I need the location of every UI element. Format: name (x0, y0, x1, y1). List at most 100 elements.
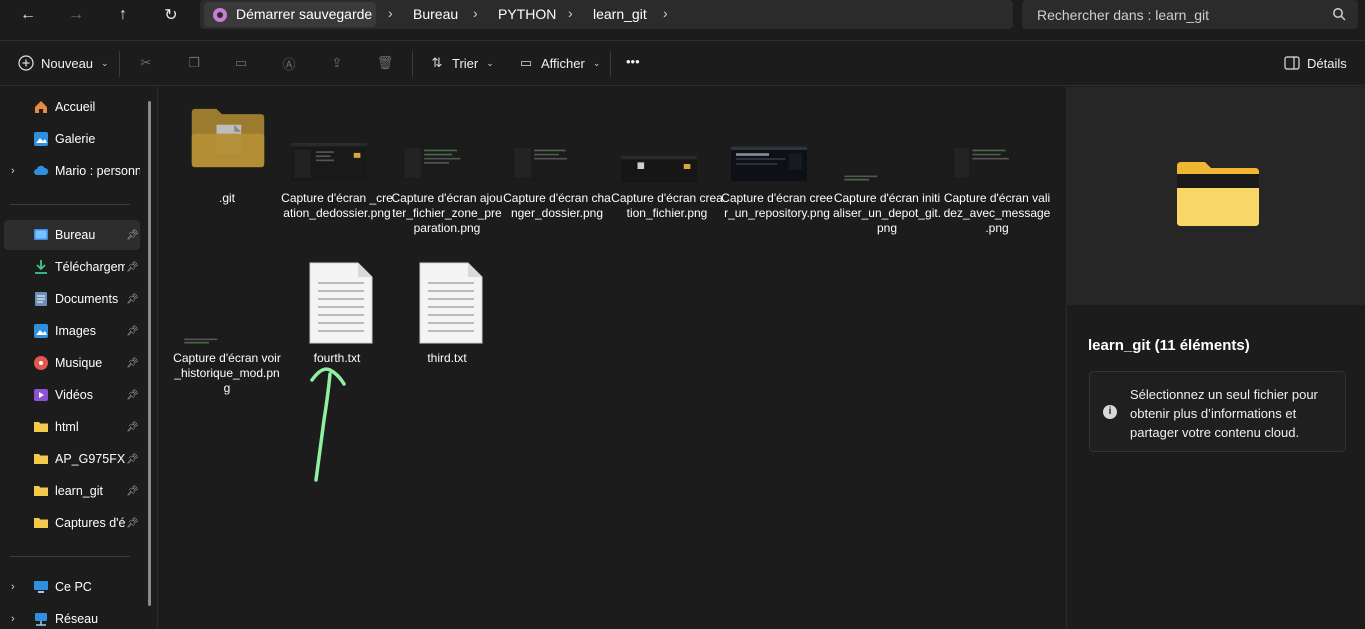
pin-icon[interactable]: 📌︎ (126, 454, 139, 465)
sidebar-item-galerie[interactable]: Galerie (4, 124, 140, 154)
videos-icon (34, 389, 48, 401)
view-button[interactable]: ▭ Afficher ⌄ (517, 54, 601, 72)
screenshot-thumbnail (951, 143, 1027, 181)
chevron-down-icon: ⌄ (592, 57, 601, 68)
rename-button[interactable]: Ⓐ (280, 54, 298, 72)
file-item-image[interactable]: Capture d'écran changer_dossier.png (501, 99, 613, 249)
up-button[interactable]: ↑ (107, 4, 139, 26)
paste-button[interactable]: ▭ (232, 54, 250, 72)
folder-icon (191, 108, 265, 168)
sidebar-item-onedrive[interactable]: › Mario : personn (4, 156, 140, 186)
folder-icon (1177, 162, 1259, 226)
file-item-image[interactable]: Capture d'écran voir_historique_mod.png (171, 259, 283, 409)
chevron-down-icon: ⌄ (486, 57, 494, 68)
file-item-image[interactable]: Capture d'écran validez_avec_message .pn… (941, 99, 1053, 249)
sidebar-item-label: learn_git (55, 484, 103, 498)
file-name: third.txt (427, 351, 467, 365)
sidebar-item-bureau[interactable]: Bureau 📌︎ (4, 220, 140, 250)
chevron-right-icon[interactable]: › (663, 5, 668, 21)
sidebar-item-label: Bureau (55, 228, 96, 242)
sidebar-item-telechargements[interactable]: Téléchargem 📌︎ (4, 252, 140, 282)
sidebar-item-videos[interactable]: Vidéos 📌︎ (4, 380, 140, 410)
forward-button[interactable]: → (60, 4, 92, 26)
breadcrumb-item[interactable]: PYTHON (498, 6, 556, 22)
pin-icon[interactable]: 📌︎ (126, 358, 139, 369)
sidebar-item-learn-git[interactable]: learn_git 📌︎ (4, 476, 140, 506)
screenshot-thumbnail (291, 143, 367, 181)
sidebar-item-label: AP_G975FXXS (55, 452, 125, 466)
copy-icon: ❐ (188, 55, 200, 70)
sidebar-item-html[interactable]: html 📌︎ (4, 412, 140, 442)
divider (119, 51, 120, 77)
sort-icon: ⇅ (431, 55, 443, 70)
sidebar-item-reseau[interactable]: › Réseau (4, 604, 140, 629)
chevron-right-icon[interactable]: › (568, 5, 573, 21)
search-input[interactable]: Rechercher dans : learn_git (1022, 0, 1358, 29)
sidebar-item-ce-pc[interactable]: › Ce PC (4, 572, 140, 602)
sidebar-item-musique[interactable]: Musique 📌︎ (4, 348, 140, 378)
details-pane: learn_git (11 éléments) i Sélectionnez u… (1066, 87, 1365, 629)
pin-icon[interactable]: 📌︎ (126, 326, 139, 337)
sidebar-item-label: html (55, 420, 79, 434)
sidebar-item-documents[interactable]: Documents 📌︎ (4, 284, 140, 314)
chevron-right-icon[interactable]: › (11, 581, 15, 593)
search-icon[interactable] (1332, 7, 1346, 21)
desktop-icon (34, 229, 48, 240)
pin-icon[interactable]: 📌︎ (126, 422, 139, 433)
sidebar-item-label: Téléchargem (55, 260, 125, 274)
delete-button[interactable]: 🗑︎ (376, 54, 394, 72)
pin-icon[interactable]: 📌︎ (126, 262, 139, 273)
sidebar-item-images[interactable]: Images 📌︎ (4, 316, 140, 346)
chevron-right-icon[interactable]: › (388, 5, 393, 21)
file-item-image[interactable]: Capture d'écran creer_un_repository.png (721, 99, 833, 249)
file-item-image[interactable]: Capture d'écran initialiser_un_depot_git… (831, 99, 943, 249)
screenshot-thumbnail (841, 172, 917, 184)
sidebar-item-accueil[interactable]: Accueil (4, 92, 140, 122)
file-item-git-folder[interactable]: .git (171, 99, 283, 249)
file-name: Capture d'écran _creation_dedossier.png (281, 191, 393, 220)
view-icon: ▭ (519, 55, 533, 70)
new-button[interactable]: Nouveau ⌄ (17, 54, 109, 72)
images-icon (34, 324, 48, 338)
sidebar-item-captures[interactable]: Captures d'é 📌︎ (4, 508, 140, 538)
chevron-right-icon[interactable]: › (11, 165, 15, 177)
pin-icon[interactable]: 📌︎ (126, 294, 139, 305)
pin-icon[interactable]: 📌︎ (126, 518, 139, 529)
sidebar-item-label: Captures d'é (55, 516, 125, 530)
sidebar-scrollbar[interactable] (148, 101, 151, 606)
back-button[interactable]: ← (12, 4, 44, 26)
file-item-text[interactable]: third.txt (391, 259, 503, 409)
pin-icon[interactable]: 📌︎ (126, 390, 139, 401)
breadcrumb-item[interactable]: Bureau (413, 6, 458, 22)
share-button[interactable]: ⇪ (328, 54, 346, 72)
pin-icon[interactable]: 📌︎ (126, 486, 139, 497)
up-arrow-icon: ↑ (119, 6, 127, 23)
chevron-right-icon[interactable]: › (473, 5, 478, 21)
address-bar[interactable]: Démarrer sauvegarde › Bureau › PYTHON › … (200, 0, 1013, 29)
file-list-view: .git Capture d'écran _creation_dedossier… (159, 87, 1065, 629)
new-button-label: Nouveau (41, 55, 94, 71)
sidebar-item-ap-folder[interactable]: AP_G975FXXS 📌︎ (4, 444, 140, 474)
file-name: Capture d'écran changer_dossier.png (503, 191, 611, 220)
breadcrumb-item[interactable]: learn_git (593, 6, 647, 22)
details-button-label: Détails (1307, 55, 1347, 71)
file-name: Capture d'écran initialiser_un_depot_git… (832, 191, 942, 235)
file-item-image[interactable]: Capture d'écran creation_fichier.png (611, 99, 723, 249)
refresh-button[interactable]: ↻ (155, 4, 187, 26)
divider (10, 556, 130, 557)
divider (10, 204, 130, 205)
more-options-button[interactable]: ••• (626, 54, 640, 69)
file-item-image[interactable]: Capture d'écran _creation_dedossier.png (281, 99, 393, 249)
cut-button[interactable]: ✂ (137, 54, 155, 72)
refresh-icon: ↻ (164, 7, 178, 24)
details-pane-button[interactable]: Détails (1283, 54, 1347, 72)
breadcrumb-item[interactable]: Démarrer sauvegarde (236, 6, 372, 22)
copy-button[interactable]: ❐ (185, 54, 203, 72)
pin-icon[interactable]: 📌︎ (126, 230, 139, 241)
forward-arrow-icon: → (68, 6, 84, 23)
file-item-image[interactable]: Capture d'écran ajouter_fichier_zone_pre… (391, 99, 503, 249)
sort-button[interactable]: ⇅ Trier ⌄ (428, 54, 494, 72)
more-dots-icon: ••• (626, 54, 640, 69)
chevron-right-icon[interactable]: › (11, 613, 15, 625)
sidebar-item-label: Images (55, 324, 96, 338)
